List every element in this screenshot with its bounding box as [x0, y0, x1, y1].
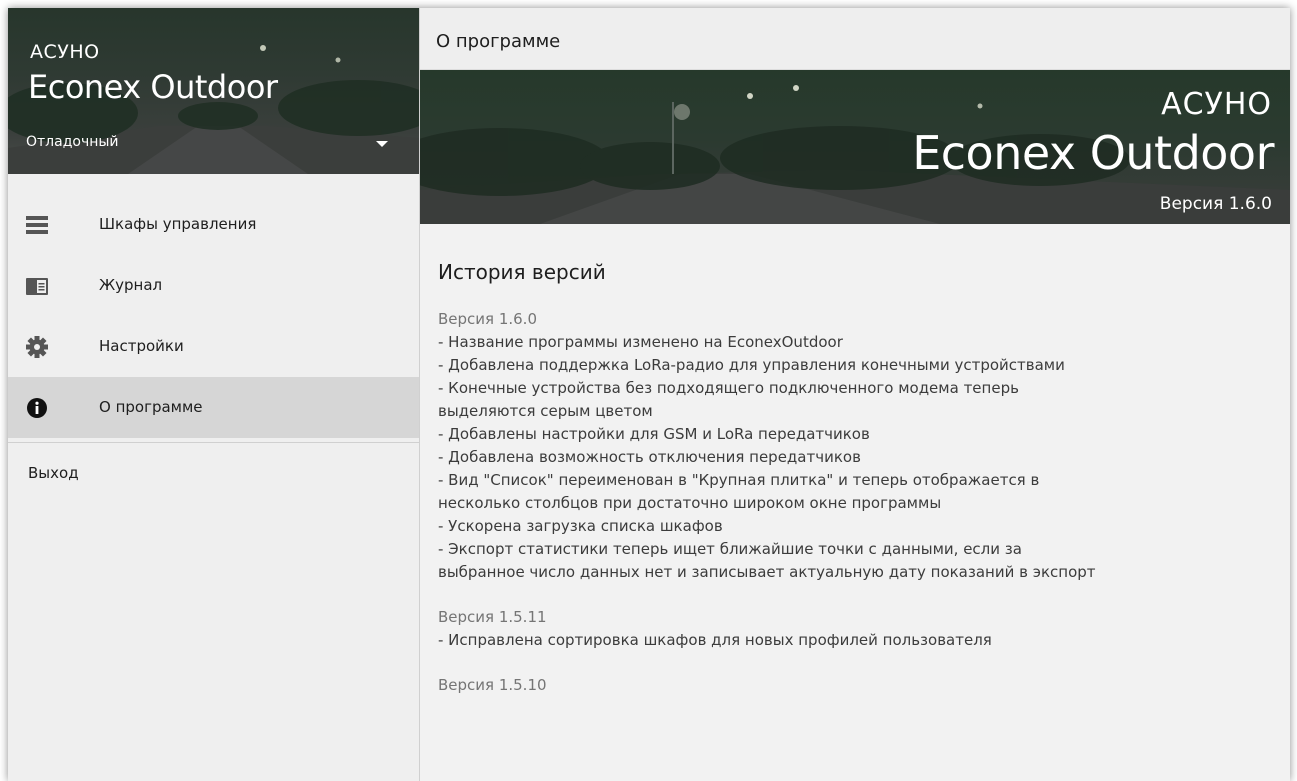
change-line: - Добавлена возможность отключения перед… — [438, 448, 861, 466]
app-title: Econex Outdoor — [28, 68, 278, 106]
change-line: - Ускорена загрузка списка шкафов — [438, 517, 723, 535]
sidebar-item-journal[interactable]: Журнал — [8, 255, 419, 316]
change-line: - Добавлена поддержка LoRa-радио для упр… — [438, 356, 1065, 374]
logout-button[interactable]: Выход — [28, 464, 79, 482]
page-title: О программе — [436, 31, 561, 52]
main-panel: О программе АСУНО Econex Outdoor Версия … — [420, 8, 1290, 781]
profile-dropdown[interactable]: Отладочный — [8, 126, 419, 166]
sidebar-item-label: Настройки — [99, 337, 184, 355]
app-window: АСУНО Econex Outdoor Отладочный Шкафы уп… — [8, 8, 1290, 781]
version-block: Версия 1.6.0 - Название программы измене… — [438, 308, 1278, 584]
sidebar-item-label: О программе — [99, 398, 203, 416]
version-block: Версия 1.5.11 - Исправлена сортировка шк… — [438, 606, 1278, 652]
sidebar-item-cabinets[interactable]: Шкафы управления — [8, 194, 419, 255]
journal-icon — [26, 278, 48, 295]
sidebar-item-about[interactable]: О программе — [8, 377, 419, 438]
sidebar-menu: Шкафы управления Журнал Настройки О прог… — [8, 194, 419, 438]
change-line: выбранное число данных нет и записывает … — [438, 563, 1096, 581]
sidebar-item-settings[interactable]: Настройки — [8, 316, 419, 377]
banner-version: Версия 1.6.0 — [1159, 194, 1272, 214]
caret-down-icon — [376, 141, 388, 147]
change-line: - Исправлена сортировка шкафов для новых… — [438, 631, 992, 649]
gear-icon — [26, 336, 48, 358]
version-title: Версия 1.6.0 — [438, 310, 537, 328]
list-icon — [26, 216, 48, 234]
change-line: - Конечные устройства без подходящего по… — [438, 379, 1019, 397]
profile-dropdown-value: Отладочный — [26, 134, 119, 150]
change-line: - Добавлены настройки для GSM и LoRa пер… — [438, 425, 870, 443]
about-banner: АСУНО Econex Outdoor Версия 1.6.0 — [420, 70, 1290, 224]
sidebar-header: АСУНО Econex Outdoor Отладочный — [8, 8, 419, 174]
banner-title: Econex Outdoor — [912, 126, 1274, 180]
change-line: - Экспорт статистики теперь ищет ближайш… — [438, 540, 1022, 558]
version-block: Версия 1.5.10 — [438, 674, 1278, 697]
topbar: О программе — [420, 8, 1290, 70]
banner-subtitle: АСУНО — [1161, 87, 1272, 122]
change-line: - Вид "Список" переименован в "Крупная п… — [438, 471, 1040, 489]
info-icon — [27, 398, 47, 418]
app-subtitle: АСУНО — [30, 41, 100, 63]
change-line: - Название программы изменено на EconexO… — [438, 333, 843, 351]
divider — [8, 442, 419, 443]
version-title: Версия 1.5.10 — [438, 676, 547, 694]
version-history: История версий Версия 1.6.0 - Название п… — [438, 260, 1278, 719]
sidebar: АСУНО Econex Outdoor Отладочный Шкафы уп… — [8, 8, 420, 781]
history-heading: История версий — [438, 260, 606, 284]
version-title: Версия 1.5.11 — [438, 608, 547, 626]
sidebar-item-label: Журнал — [99, 276, 163, 294]
change-line: несколько столбцов при достаточно широко… — [438, 494, 942, 512]
sidebar-item-label: Шкафы управления — [99, 215, 257, 233]
change-line: выделяются серым цветом — [438, 402, 653, 420]
